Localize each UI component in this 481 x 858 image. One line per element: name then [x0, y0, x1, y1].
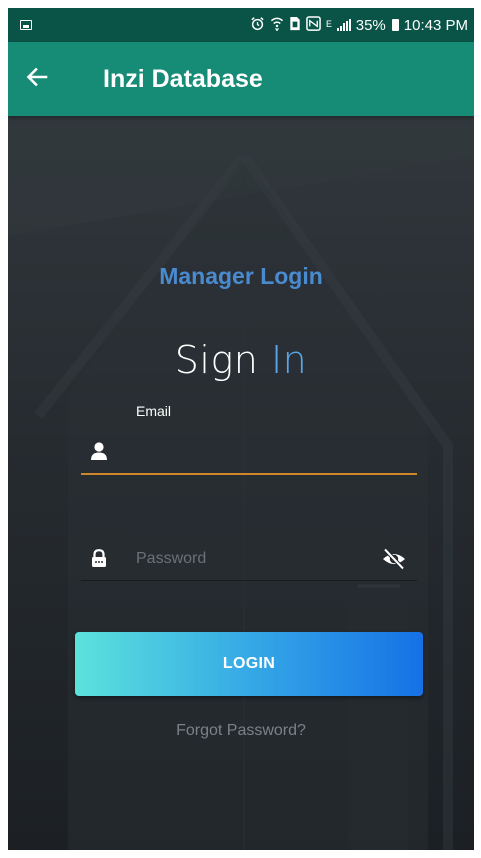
- nfc-icon: [306, 15, 322, 35]
- status-time: 10:43 PM: [403, 16, 468, 34]
- app-title: Inzi Database: [103, 64, 263, 93]
- phone-screen: ᴱ 35% 10:43 PM Inzi Database Manager Log…: [8, 8, 474, 850]
- wifi-icon: [270, 16, 284, 35]
- sign-in-title: Sign In: [8, 338, 474, 382]
- gallery-icon: [20, 20, 32, 30]
- forgot-password-link[interactable]: Forgot Password?: [8, 722, 474, 740]
- status-bar: ᴱ 35% 10:43 PM: [8, 8, 474, 42]
- network-type-label: ᴱ: [326, 17, 332, 33]
- battery-icon: [391, 19, 399, 31]
- email-field[interactable]: [81, 433, 417, 475]
- sign-in-title-sign: Sign: [174, 338, 259, 382]
- status-left: [20, 20, 32, 30]
- email-input[interactable]: [136, 438, 356, 466]
- back-button[interactable]: [8, 42, 66, 116]
- password-input[interactable]: [136, 545, 356, 573]
- lock-icon: [89, 548, 109, 568]
- person-icon: [89, 441, 109, 461]
- app-bar: Inzi Database: [8, 42, 474, 116]
- password-field[interactable]: [81, 540, 417, 581]
- login-screen: Manager Login Sign In Email LOGIN Forgot…: [8, 116, 474, 850]
- status-right: ᴱ 35% 10:43 PM: [250, 15, 468, 35]
- manager-login-heading: Manager Login: [159, 263, 323, 289]
- battery-percent: 35%: [355, 16, 386, 34]
- login-button[interactable]: LOGIN: [75, 632, 423, 696]
- arrow-left-icon: [26, 67, 48, 92]
- eye-off-icon[interactable]: [381, 546, 407, 572]
- sign-in-title-in: In: [270, 338, 308, 382]
- email-label: Email: [136, 403, 172, 419]
- alarm-icon: [250, 16, 265, 35]
- sim-icon: [289, 16, 301, 35]
- signal-icon: [336, 19, 351, 31]
